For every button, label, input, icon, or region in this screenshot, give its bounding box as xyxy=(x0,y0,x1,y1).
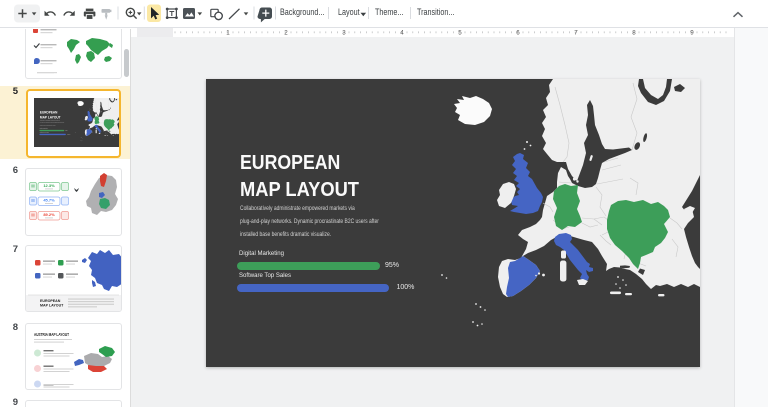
svg-text:EUROPEAN: EUROPEAN xyxy=(40,299,61,303)
svg-text:1: 1 xyxy=(226,29,230,36)
svg-text:MAP LAYOUT: MAP LAYOUT xyxy=(40,304,64,308)
svg-text:7: 7 xyxy=(574,29,578,36)
svg-text:6: 6 xyxy=(516,29,520,36)
svg-text:3: 3 xyxy=(342,29,346,36)
svg-text:89.2%: 89.2% xyxy=(43,212,55,217)
svg-text:4: 4 xyxy=(400,29,404,36)
svg-text:5: 5 xyxy=(458,29,462,36)
svg-text:AUSTRIA MAP LAYOUT: AUSTRIA MAP LAYOUT xyxy=(34,332,69,337)
svg-text:12.3%: 12.3% xyxy=(43,183,55,188)
svg-text:45.7%: 45.7% xyxy=(43,197,55,202)
svg-text:9: 9 xyxy=(690,29,694,36)
svg-text:8: 8 xyxy=(632,29,636,36)
svg-text:2: 2 xyxy=(284,29,288,36)
